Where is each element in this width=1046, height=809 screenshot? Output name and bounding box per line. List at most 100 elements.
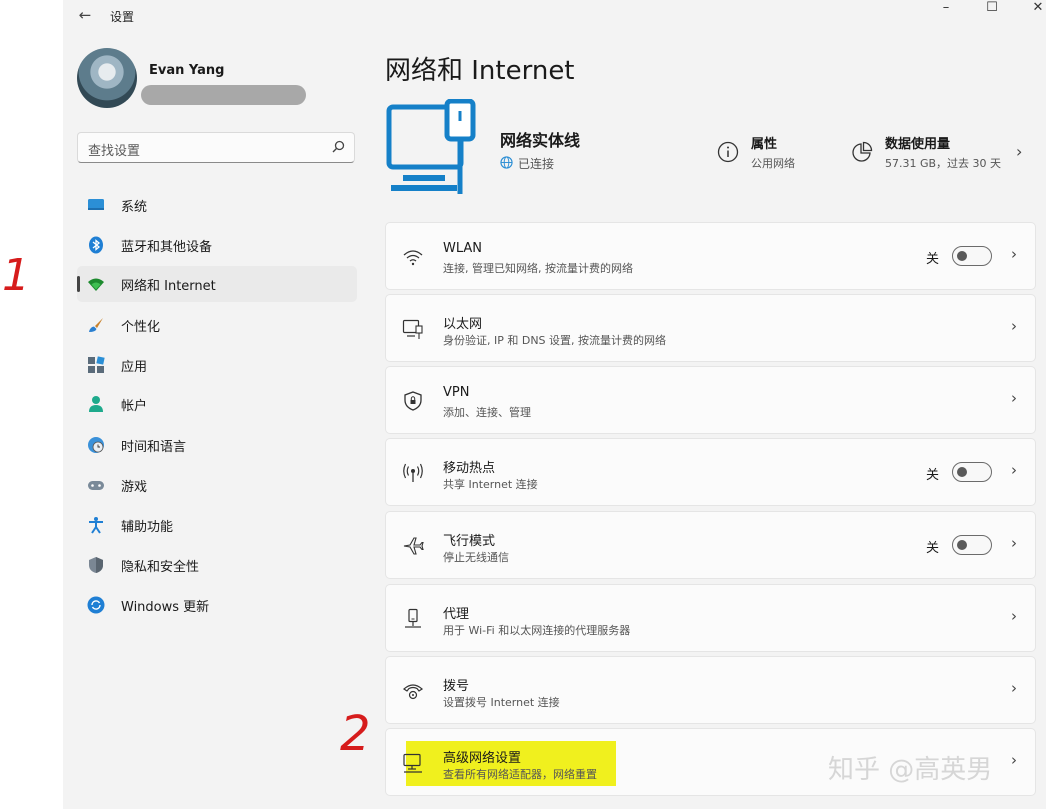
card-title: 拨号 [443,679,470,694]
sidebar-item-windows-update[interactable]: Windows 更新 [77,587,357,623]
card-desc: 用于 Wi-Fi 和以太网连接的代理服务器 [443,624,631,637]
airplane-toggle[interactable] [952,535,992,555]
window-title: 设置 [110,10,135,24]
redacted-email-bar [141,85,306,105]
network-name: 网络实体线 [500,131,581,150]
search-placeholder: 查找设置 [88,144,141,159]
card-title: 高级网络设置 [443,751,522,766]
card-desc: 设置拨号 Internet 连接 [443,696,560,709]
info-icon [717,141,739,163]
sidebar-item-bluetooth[interactable]: 蓝牙和其他设备 [77,227,357,263]
card-desc: 停止无线通信 [443,551,509,564]
apps-icon [88,356,105,373]
data-usage-button[interactable]: 数据使用量 57.31 GB，过去 30 天 [851,132,1041,172]
card-vpn[interactable]: VPN 添加、连接、管理 › [385,366,1036,434]
title-bar: ← 设置 – ☐ ✕ [63,0,1046,32]
vpn-shield-icon [404,391,422,411]
card-wlan[interactable]: WLAN 连接, 管理已知网络, 按流量计费的网络 关 › [385,222,1036,290]
dialup-icon [403,684,423,700]
airplane-icon [403,537,424,555]
card-title: 飞行模式 [443,534,496,549]
sidebar-item-network[interactable]: 网络和 Internet [77,266,357,302]
wlan-toggle[interactable] [952,246,992,266]
card-desc: 身份验证, IP 和 DNS 设置, 按流量计费的网络 [443,334,667,347]
sidebar-item-label: 应用 [121,360,148,375]
close-button[interactable]: ✕ [1016,0,1046,20]
annotation-mark-1: 1 [2,250,30,301]
sidebar-item-label: 隐私和安全性 [121,560,200,575]
sidebar-item-label: Windows 更新 [121,600,210,615]
toggle-state-label: 关 [926,541,940,556]
globe-clock-icon [88,437,104,453]
chevron-right-icon: › [1011,751,1017,769]
sidebar-item-accounts[interactable]: 帐户 [77,386,357,422]
toggle-knob [957,251,967,261]
search-input[interactable]: 查找设置 [77,132,355,163]
sidebar-item-label: 蓝牙和其他设备 [121,240,213,255]
user-name: Evan Yang [149,63,225,78]
sidebar-item-system[interactable]: 系统 [77,187,357,223]
chevron-right-icon: › [1011,317,1017,335]
hotspot-icon [403,463,423,482]
chevron-right-icon: › [1011,534,1017,552]
card-desc: 连接, 管理已知网络, 按流量计费的网络 [443,262,633,275]
sidebar-item-time-language[interactable]: 时间和语言 [77,427,357,463]
card-airplane-mode[interactable]: 飞行模式 停止无线通信 关 › [385,511,1036,579]
annotation-mark-2: 2 [340,706,371,762]
sidebar-item-personalization[interactable]: 个性化 [77,307,357,343]
sidebar-item-accessibility[interactable]: 辅助功能 [77,507,357,543]
card-proxy[interactable]: 代理 用于 Wi-Fi 和以太网连接的代理服务器 › [385,584,1036,652]
chevron-right-icon[interactable]: › [1016,142,1022,161]
globe-icon [500,156,513,169]
update-icon [87,596,105,614]
maximize-button[interactable]: ☐ [970,0,1014,20]
pie-chart-icon [852,141,873,162]
card-mobile-hotspot[interactable]: 移动热点 共享 Internet 连接 关 › [385,438,1036,506]
sidebar-item-privacy[interactable]: 隐私和安全性 [77,547,357,583]
card-desc: 添加、连接、管理 [443,406,531,419]
card-dial-up[interactable]: 拨号 设置拨号 Internet 连接 › [385,656,1036,724]
accessibility-icon [89,517,103,534]
toggle-state-label: 关 [926,468,940,483]
data-usage-title: 数据使用量 [885,137,951,152]
card-title: 以太网 [443,317,483,332]
hotspot-toggle[interactable] [952,462,992,482]
account-icon [89,396,103,412]
system-icon [88,199,104,210]
properties-sub: 公用网络 [751,157,795,170]
sidebar-item-label: 辅助功能 [121,520,174,535]
page-title: 网络和 Internet [385,56,575,86]
sidebar-item-apps[interactable]: 应用 [77,347,357,383]
toggle-knob [957,467,967,477]
properties-button[interactable]: 属性 公用网络 [717,132,827,172]
bluetooth-icon [89,236,103,254]
chevron-right-icon: › [1011,607,1017,625]
chevron-right-icon: › [1011,245,1017,263]
chevron-right-icon: › [1011,679,1017,697]
sidebar-item-label: 网络和 Internet [121,279,216,294]
chevron-right-icon: › [1011,461,1017,479]
avatar[interactable] [77,48,137,108]
card-title: VPN [443,385,470,400]
toggle-state-label: 关 [926,252,940,267]
watermark: 知乎 @高英男 [828,755,993,785]
sidebar-item-label: 帐户 [121,399,148,414]
gamepad-icon [88,481,104,490]
sidebar-item-label: 游戏 [121,480,148,495]
settings-window: ← 设置 – ☐ ✕ Evan Yang 查找设置 系统 蓝牙和其他设备 网络和… [63,0,1046,809]
minimize-button[interactable]: – [924,0,968,20]
back-arrow-icon[interactable]: ← [75,5,95,25]
sidebar-item-gaming[interactable]: 游戏 [77,467,357,503]
properties-title: 属性 [751,137,778,152]
card-desc: 查看所有网络适配器，网络重置 [443,768,597,781]
toggle-knob [957,540,967,550]
card-ethernet[interactable]: 以太网 身份验证, IP 和 DNS 设置, 按流量计费的网络 › [385,294,1036,362]
advanced-network-icon [403,753,422,773]
brush-icon [89,318,103,332]
shield-icon [89,557,103,573]
connection-status: 已连接 [500,155,554,172]
ethernet-icon [402,319,423,339]
wifi-icon [88,278,104,291]
proxy-icon [405,608,421,628]
wifi-icon [403,250,423,266]
